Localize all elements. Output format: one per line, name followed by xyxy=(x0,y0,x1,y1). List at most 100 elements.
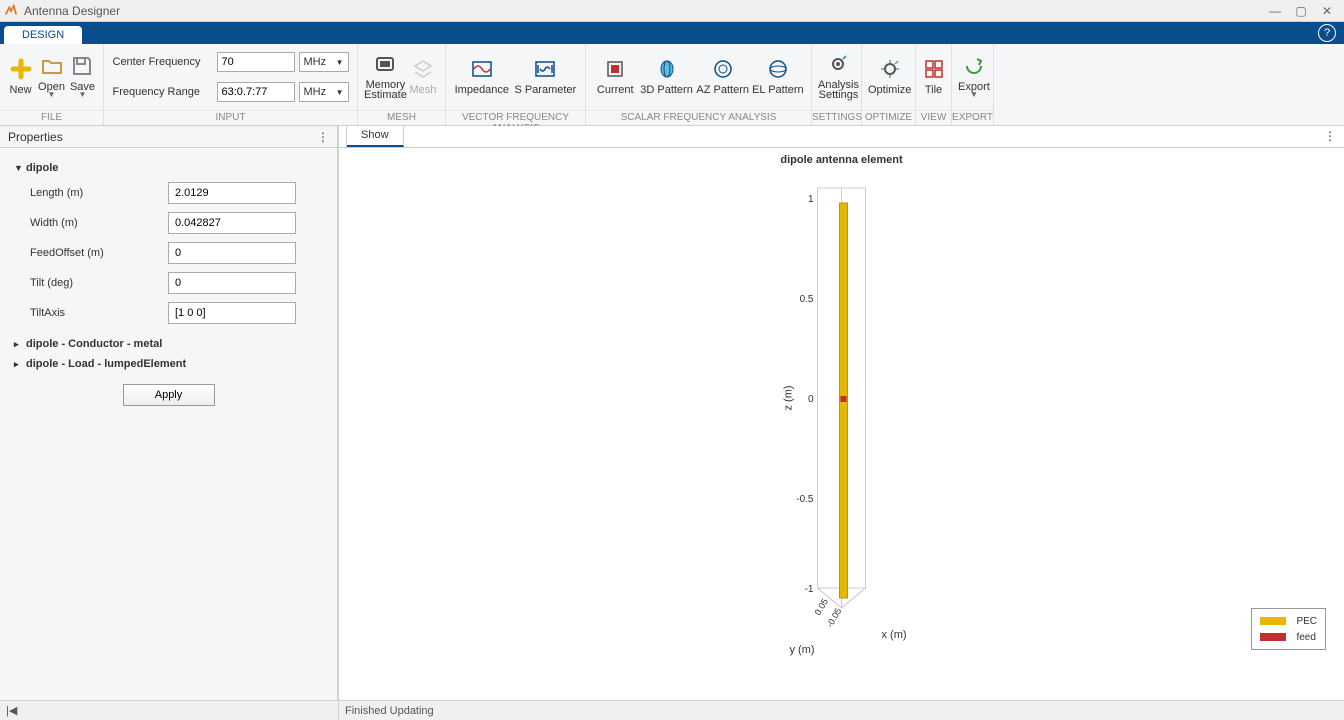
tile-icon xyxy=(923,58,945,80)
save-button[interactable]: Save ▼ xyxy=(68,47,97,107)
file-group-label: FILE xyxy=(0,110,103,125)
tab-design[interactable]: DESIGN xyxy=(4,26,82,44)
analysis-settings-button[interactable]: Analysis Settings xyxy=(818,47,859,107)
sparam-label: S Parameter xyxy=(514,84,576,96)
help-button[interactable]: ? xyxy=(1318,24,1336,42)
sfa-group-label: SCALAR FREQUENCY ANALYSIS xyxy=(586,110,811,125)
properties-menu-button[interactable]: ⋮ xyxy=(317,130,329,144)
z-tick-05: 0.5 xyxy=(800,294,814,305)
azpattern-icon xyxy=(712,58,734,80)
antenna-3d-plot: 1 0.5 0 -0.5 -1 z (m) y (m) x (m) 0.05 -… xyxy=(339,148,1344,700)
apply-button[interactable]: Apply xyxy=(123,384,215,406)
x-axis-label: x (m) xyxy=(882,629,907,641)
prop-input-2[interactable] xyxy=(168,242,296,264)
status-bar: |◀ Finished Updating xyxy=(0,700,1344,720)
optimize-label: Optimize xyxy=(868,84,911,96)
ribbon: New Open ▼ Save ▼ FILE Center Frequency … xyxy=(0,44,1344,126)
tree-conductor[interactable]: ▸dipole - Conductor - metal xyxy=(8,334,329,354)
estimate-label: Estimate xyxy=(364,89,407,101)
memory-icon xyxy=(374,53,396,75)
impedance-icon xyxy=(471,58,493,80)
prop-row-1: Width (m) xyxy=(8,208,329,238)
prop-input-3[interactable] xyxy=(168,272,296,294)
export-icon xyxy=(963,55,985,77)
z-tick-n05: -0.5 xyxy=(796,494,814,505)
tree-root-dipole[interactable]: ▼dipole xyxy=(8,158,329,178)
el-pattern-button[interactable]: EL Pattern xyxy=(751,47,805,107)
current-label: Current xyxy=(597,84,634,96)
z-tick-0: 0 xyxy=(808,394,814,405)
tab-strip: DESIGN ? xyxy=(0,22,1344,44)
az-pattern-button[interactable]: AZ Pattern xyxy=(695,47,751,107)
freq-range-unit-select[interactable]: MHz▼ xyxy=(299,82,349,102)
center-freq-input[interactable] xyxy=(217,52,295,72)
freq-range-input[interactable] xyxy=(217,82,295,102)
center-freq-unit-select[interactable]: MHz▼ xyxy=(299,52,349,72)
legend-swatch-feed xyxy=(1260,633,1286,641)
close-button[interactable]: ✕ xyxy=(1314,1,1340,21)
3d-label: 3D Pattern xyxy=(640,84,693,96)
properties-panel: Properties ⋮ ▼dipole Length (m) Width (m)… xyxy=(0,126,338,700)
tree-load[interactable]: ▸dipole - Load - lumpedElement xyxy=(8,354,329,374)
3d-pattern-button[interactable]: 3D Pattern xyxy=(638,47,694,107)
legend-label-pec: PEC xyxy=(1296,616,1317,627)
input-group-label: INPUT xyxy=(104,110,357,125)
figure-title: dipole antenna element xyxy=(780,154,902,166)
elpattern-icon xyxy=(767,58,789,80)
prop-input-0[interactable] xyxy=(168,182,296,204)
title-bar: Antenna Designer — ▢ ✕ xyxy=(0,0,1344,22)
z-tick-n1: -1 xyxy=(805,584,814,595)
legend-row-feed: feed xyxy=(1260,629,1317,645)
tile-label: Tile xyxy=(925,84,942,96)
z-tick-1: 1 xyxy=(808,194,814,205)
az-label: AZ Pattern xyxy=(696,84,749,96)
prop-row-0: Length (m) xyxy=(8,178,329,208)
figure-area[interactable]: dipole antenna element 1 0.5 0 xyxy=(339,148,1344,700)
optimize-button[interactable]: Optimize xyxy=(868,47,911,107)
plus-icon xyxy=(10,58,32,80)
new-label: New xyxy=(10,84,32,96)
mesh-icon xyxy=(412,58,434,80)
legend-row-pec: PEC xyxy=(1260,613,1317,629)
current-button[interactable]: Current xyxy=(592,47,638,107)
rewind-icon[interactable]: |◀ xyxy=(6,705,17,717)
tree-root-label: dipole xyxy=(26,162,58,174)
xy-tick-a: 0.05 xyxy=(813,597,830,617)
impedance-button[interactable]: Impedance xyxy=(452,47,512,107)
sparam-icon xyxy=(534,58,556,80)
cf-unit-label: MHz xyxy=(304,56,327,68)
prop-row-3: Tilt (deg) xyxy=(8,268,329,298)
memory-estimate-button[interactable]: Memory Estimate xyxy=(364,47,407,107)
export-button[interactable]: Export ▼ xyxy=(958,47,990,107)
mesh-button[interactable]: Mesh xyxy=(407,47,439,107)
tile-button[interactable]: Tile xyxy=(922,47,945,107)
prop-label-0: Length (m) xyxy=(8,187,168,199)
maximize-button[interactable]: ▢ xyxy=(1288,1,1314,21)
prop-input-1[interactable] xyxy=(168,212,296,234)
open-button[interactable]: Open ▼ xyxy=(35,47,68,107)
properties-header: Properties xyxy=(8,130,63,144)
minimize-button[interactable]: — xyxy=(1262,1,1288,21)
prop-input-4[interactable] xyxy=(168,302,296,324)
view-group-label: VIEW xyxy=(916,110,951,125)
mesh-group-label: MESH xyxy=(358,110,445,125)
3dpattern-icon xyxy=(656,58,678,80)
canvas-tab-show[interactable]: Show xyxy=(347,126,404,147)
status-text: Finished Updating xyxy=(338,701,1344,720)
folder-icon xyxy=(41,55,63,77)
impedance-label: Impedance xyxy=(455,84,509,96)
app-logo-icon xyxy=(4,4,18,18)
y-axis-label: y (m) xyxy=(790,644,815,656)
status-left: |◀ xyxy=(0,704,338,717)
mesh-label: Mesh xyxy=(409,84,436,96)
prop-label-3: Tilt (deg) xyxy=(8,277,168,289)
el-label: EL Pattern xyxy=(752,84,804,96)
sparam-button[interactable]: S Parameter xyxy=(512,47,579,107)
prop-label-2: FeedOffset (m) xyxy=(8,247,168,259)
tree-load-label: dipole - Load - lumpedElement xyxy=(26,358,186,370)
xy-tick-b: -0.05 xyxy=(825,606,844,629)
fr-unit-label: MHz xyxy=(304,86,327,98)
feed-point xyxy=(841,396,847,402)
canvas-menu-button[interactable]: ⋮ xyxy=(1316,126,1344,147)
new-button[interactable]: New xyxy=(6,47,35,107)
